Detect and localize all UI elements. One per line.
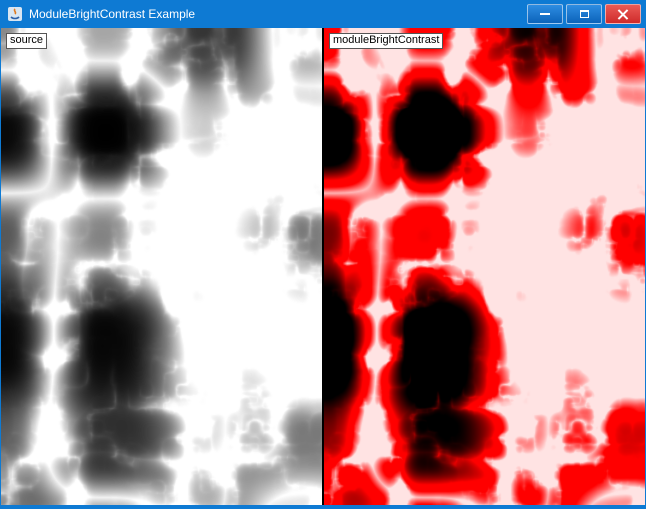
minimize-icon (540, 13, 550, 15)
close-button[interactable] (605, 4, 641, 24)
module-bright-contrast-image (324, 28, 645, 505)
content-area: source moduleBrightContrast (1, 28, 645, 505)
maximize-icon (580, 10, 589, 18)
app-window: ModuleBrightContrast Example source modu… (0, 0, 646, 509)
window-controls (527, 4, 641, 24)
titlebar[interactable]: ModuleBrightContrast Example (1, 0, 645, 28)
java-app-icon (7, 6, 23, 22)
module-bright-contrast-panel: moduleBrightContrast (324, 28, 645, 505)
minimize-button[interactable] (527, 4, 563, 24)
window-title: ModuleBrightContrast Example (29, 7, 527, 21)
source-panel: source (1, 28, 322, 505)
close-icon (618, 9, 629, 20)
source-image (1, 28, 322, 505)
maximize-button[interactable] (566, 4, 602, 24)
source-panel-label: source (6, 33, 47, 49)
module-panel-label: moduleBrightContrast (329, 33, 443, 49)
